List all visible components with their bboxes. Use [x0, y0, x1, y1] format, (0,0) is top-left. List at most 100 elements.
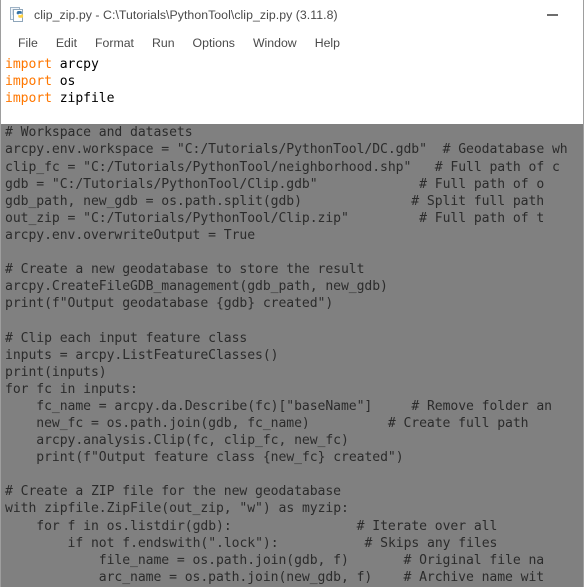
code-token: # Create full path [387, 415, 529, 431]
code-token: arcpy.env.workspace = [5, 142, 177, 158]
code-token: "baseName" [286, 398, 365, 414]
minimize-icon [546, 13, 558, 16]
code-line: gdb_path, new_gdb = os.path.split(gdb) #… [1, 192, 583, 210]
code-line: arcpy.CreateFileGDB_management(gdb_path,… [1, 278, 583, 296]
code-line: print(inputs) [1, 363, 583, 381]
code-token: ) [395, 450, 404, 466]
code-token: # Remove folder an [411, 398, 552, 414]
code-token: ".lock" [208, 535, 263, 551]
code-token: # Skips any files [364, 535, 498, 551]
code-token: as [278, 501, 295, 517]
code-line: ​ [1, 312, 583, 330]
code-line: new_fc = os.path.join(gdb, fc_name) # Cr… [1, 414, 583, 433]
code-token: os [51, 74, 76, 90]
code-text[interactable]: import arcpyimport osimport zipfile​# Wo… [1, 56, 583, 587]
code-token: fc [28, 381, 60, 397]
code-token: f.endswith( [114, 535, 209, 551]
code-token: import [5, 74, 52, 90]
menu-format[interactable]: Format [86, 34, 143, 52]
code-token: print [5, 364, 45, 380]
code-token: clip_fc = [5, 159, 84, 175]
code-token: ) [325, 296, 334, 312]
code-token: not [90, 535, 115, 551]
code-line: for f in os.listdir(gdb): # Iterate over… [1, 517, 583, 535]
code-token: ( [44, 296, 52, 312]
code-line: out_zip = "C:/Tutorials/PythonTool/Clip.… [1, 209, 583, 227]
title-bar: clip_zip.py - C:\Tutorials\PythonTool\cl… [1, 0, 583, 30]
code-editor[interactable]: import arcpyimport osimport zipfile​# Wo… [1, 55, 583, 587]
code-token: "C:/Tutorials/PythonTool/neighborhood.sh… [83, 159, 412, 175]
code-line: ​ [1, 466, 583, 484]
menu-window[interactable]: Window [244, 34, 306, 52]
code-token: import [5, 91, 52, 107]
code-token: print [5, 296, 45, 312]
menu-edit[interactable]: Edit [47, 34, 86, 52]
code-line: import os [1, 73, 583, 90]
code-token: f"Output geodatabase {gdb} created" [51, 296, 326, 312]
code-line: clip_fc = "C:/Tutorials/PythonTool/neigh… [1, 158, 583, 176]
code-line: arcpy.analysis.Clip(fc, clip_fc, new_fc) [1, 432, 583, 450]
code-line: arcpy.env.workspace = "C:/Tutorials/Pyth… [1, 141, 583, 159]
code-token: gdb_path, new_gdb = os.path.split(gdb) [5, 193, 302, 209]
code-token: in [83, 518, 99, 534]
code-line: import arcpy [1, 56, 583, 73]
code-token: # Clip each input feature class [5, 330, 248, 346]
code-line: # Clip each input feature class [1, 329, 583, 347]
code-line: file_name = os.path.join(gdb, f) # Origi… [1, 551, 583, 569]
code-token: # Create a new geodatabase to store the … [5, 262, 365, 278]
code-line: print(f"Output feature class {new_fc} cr… [1, 449, 583, 467]
code-token: in [59, 381, 76, 397]
code-token: zipfile.ZipFile(out_zip, [36, 501, 240, 517]
python-file-icon [9, 6, 26, 23]
code-token: "w" [239, 501, 263, 517]
code-line: with zipfile.ZipFile(out_zip, "w") as my… [1, 500, 583, 518]
code-token: # Create a ZIP file for the new geodatab… [5, 484, 341, 500]
code-token: if [67, 535, 84, 551]
code-token: for [36, 518, 60, 534]
code-token: new_fc = os.path.join(gdb, fc_name) [5, 415, 310, 431]
code-token: # Geodatabase wh [442, 142, 568, 158]
code-line: inputs = arcpy.ListFeatureClasses() [1, 346, 583, 364]
code-token: print [36, 450, 76, 466]
code-token: f"Output feature class {new_fc} created" [83, 450, 396, 466]
code-token: arc_name = os.path.join(new_gdb, f) [5, 569, 373, 585]
code-token: fc_name = arcpy.da.Describe(fc)[ [5, 398, 287, 414]
menu-file[interactable]: File [9, 34, 47, 52]
code-token: ) [262, 501, 279, 517]
menu-run[interactable]: Run [143, 34, 184, 52]
code-token: arcpy.analysis.Clip(fc, clip_fc, new_fc) [5, 433, 349, 449]
code-token: # Full path of o [419, 176, 545, 192]
code-line: import zipfile [1, 90, 583, 107]
code-token: ] [364, 398, 412, 414]
code-token: arcpy.CreateFileGDB_management(gdb_path,… [5, 279, 388, 295]
menu-help[interactable]: Help [306, 34, 349, 52]
code-token: with [5, 501, 37, 517]
code-token: (inputs) [44, 364, 107, 380]
code-token: # Workspace and datasets [5, 125, 193, 141]
menu-options[interactable]: Options [184, 34, 244, 52]
code-line: # Create a new geodatabase to store the … [1, 261, 583, 279]
code-token: inputs = arcpy.ListFeatureClasses() [5, 347, 279, 363]
minimize-button[interactable] [529, 0, 575, 29]
code-token: os.listdir(gdb): [98, 518, 232, 534]
code-token: file_name = os.path.join(gdb, f) [5, 552, 349, 568]
code-token: "C:/Tutorials/PythonTool/DC.gdb" [176, 142, 427, 158]
code-line: ​ [1, 107, 583, 124]
code-line: ​ [1, 244, 583, 262]
code-line: arc_name = os.path.join(new_gdb, f) # Ar… [1, 568, 583, 586]
code-line: arcpy.env.overwriteOutput = True [1, 226, 583, 245]
code-token: for [5, 381, 29, 397]
code-token: f [59, 518, 84, 534]
code-token: # Full path of c [434, 159, 560, 175]
code-token: import [5, 57, 52, 72]
